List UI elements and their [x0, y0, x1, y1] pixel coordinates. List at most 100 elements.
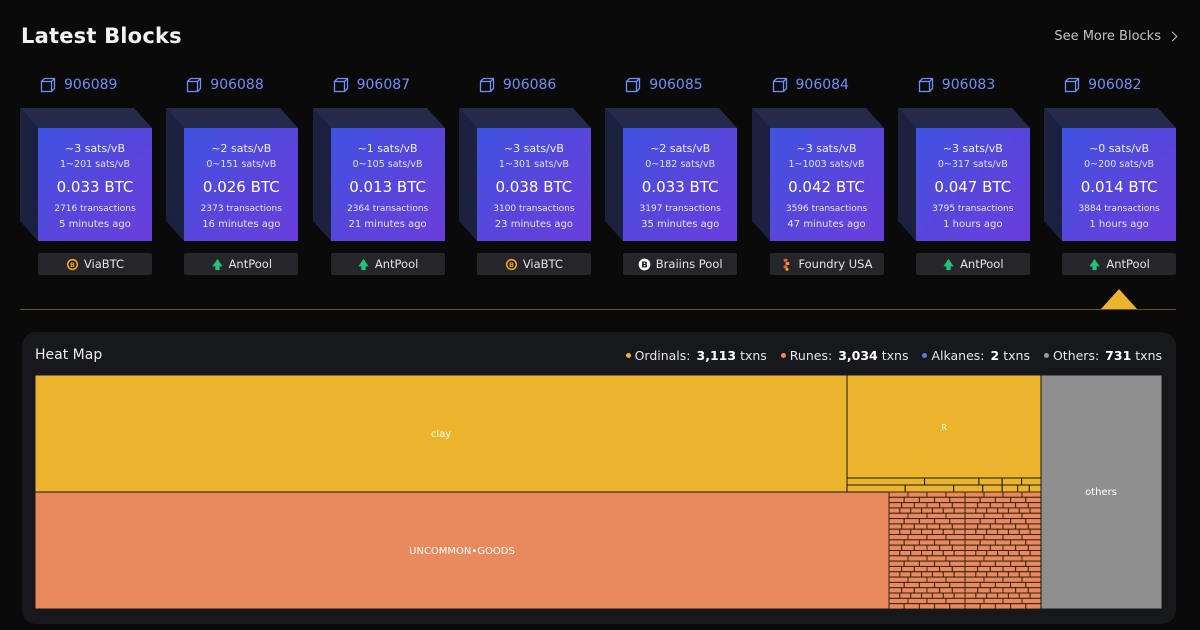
- treemap-tile-small[interactable]: [888, 496, 905, 504]
- treemap-tile-small[interactable]: [888, 544, 903, 552]
- treemap-tile-small[interactable]: [901, 502, 915, 509]
- treemap-tile-small[interactable]: [888, 592, 901, 599]
- treemap-tile-small[interactable]: [899, 528, 912, 536]
- treemap-tile-small[interactable]: [910, 571, 923, 578]
- treemap-tile-small[interactable]: [1021, 597, 1042, 605]
- block-cube[interactable]: ~3 sats/vB 1~1003 sats/vB 0.042 BTC 3596…: [751, 108, 884, 242]
- treemap-tile-small[interactable]: [931, 571, 944, 578]
- treemap-tile-small[interactable]: [901, 587, 915, 594]
- treemap-tile-small[interactable]: [1010, 539, 1027, 546]
- treemap-tile-small[interactable]: [997, 571, 1009, 578]
- treemap-tile-small[interactable]: [964, 528, 977, 536]
- treemap-tile-small[interactable]: [964, 571, 977, 578]
- treemap-tile-small[interactable]: [949, 496, 966, 504]
- treemap-tile-small[interactable]: [1010, 560, 1027, 567]
- mining-pool-badge[interactable]: AntPool: [330, 253, 445, 275]
- treemap-tile-small[interactable]: [921, 571, 933, 578]
- treemap-tile-small[interactable]: [986, 592, 999, 599]
- treemap-tile-small[interactable]: [907, 555, 928, 562]
- treemap-tile-small[interactable]: [1025, 581, 1042, 589]
- treemap-tile-small[interactable]: [1025, 518, 1042, 525]
- treemap-tile-small[interactable]: [888, 587, 903, 594]
- treemap-tile-small[interactable]: [975, 528, 988, 536]
- treemap-tile-small[interactable]: [964, 550, 977, 557]
- treemap-tile-small[interactable]: [1015, 587, 1029, 594]
- treemap-tile-small[interactable]: [926, 587, 941, 594]
- treemap-tile-small[interactable]: [926, 565, 941, 573]
- legend-item[interactable]: Alkanes: 2 txns: [922, 348, 1030, 363]
- treemap-tile-small[interactable]: [1018, 507, 1031, 514]
- treemap-tile-small[interactable]: [994, 496, 1012, 504]
- mining-pool-badge[interactable]: B ViaBTC: [38, 253, 152, 275]
- treemap-tile-small[interactable]: [942, 507, 955, 514]
- treemap-tile-small[interactable]: [975, 592, 988, 599]
- legend-item[interactable]: Others: 731 txns: [1043, 348, 1162, 363]
- mining-pool-badge[interactable]: AntPool: [184, 253, 299, 275]
- treemap-tile-small[interactable]: [979, 603, 996, 609]
- treemap-tile-small[interactable]: [951, 544, 966, 552]
- treemap-tile-small[interactable]: [888, 571, 901, 578]
- treemap-tile-small[interactable]: [888, 528, 901, 536]
- treemap-tile-small[interactable]: [1027, 502, 1042, 509]
- block-height-link[interactable]: 906083: [918, 76, 995, 94]
- treemap-tile-small[interactable]: [964, 496, 981, 504]
- treemap-tile-small[interactable]: [1007, 528, 1020, 536]
- treemap-tile-small[interactable]: [939, 502, 953, 509]
- treemap-tile-small[interactable]: [901, 565, 915, 573]
- treemap-tile-small[interactable]: [1002, 555, 1023, 562]
- treemap-tile-small[interactable]: [1021, 512, 1042, 520]
- treemap-tile-small[interactable]: [1002, 491, 1023, 498]
- treemap-tile-small[interactable]: [942, 550, 955, 557]
- treemap-tile-small[interactable]: [888, 603, 905, 609]
- treemap-tile-small[interactable]: [899, 507, 912, 514]
- treemap-tile-small[interactable]: [964, 581, 981, 589]
- treemap-tile-small[interactable]: [924, 477, 980, 486]
- treemap-tile-small[interactable]: [953, 571, 966, 578]
- block-card[interactable]: 906082 ~0 sats/vB 0~200 sats/vB 0.014 BT…: [1044, 72, 1177, 277]
- treemap-tile-small[interactable]: [964, 560, 981, 567]
- treemap-tile-small[interactable]: [997, 592, 1009, 599]
- treemap-tile-small[interactable]: [1002, 523, 1017, 530]
- treemap-tile-small[interactable]: [888, 518, 905, 525]
- treemap-tile-small[interactable]: [926, 597, 947, 605]
- block-height-link[interactable]: 906087: [333, 76, 410, 94]
- treemap-tile-small[interactable]: [899, 550, 912, 557]
- treemap-tile-small[interactable]: [964, 555, 985, 562]
- treemap-tile-small[interactable]: [918, 603, 936, 609]
- treemap-tile-small[interactable]: [964, 565, 979, 573]
- treemap-tile-small[interactable]: [983, 555, 1004, 562]
- treemap-tile-small[interactable]: [1025, 496, 1042, 504]
- treemap-tile-small[interactable]: [951, 587, 966, 594]
- treemap-tile-small[interactable]: [926, 523, 941, 530]
- treemap-tile-small[interactable]: [921, 528, 933, 536]
- block-cube[interactable]: ~3 sats/vB 1~301 sats/vB 0.038 BTC 3100 …: [458, 108, 591, 242]
- treemap-tile-small[interactable]: [994, 518, 1012, 525]
- treemap-tile-small[interactable]: [921, 550, 933, 557]
- treemap-tile-small[interactable]: [989, 544, 1004, 552]
- treemap-tile-small[interactable]: [989, 565, 1004, 573]
- treemap-tile-small[interactable]: [951, 502, 966, 509]
- treemap-tile-small[interactable]: [888, 550, 901, 557]
- block-card[interactable]: 906083 ~3 sats/vB 0~317 sats/vB 0.047 BT…: [897, 72, 1030, 277]
- treemap-tile-small[interactable]: [1002, 565, 1017, 573]
- treemap-tile-small[interactable]: [903, 496, 920, 504]
- treemap-tile-small[interactable]: [989, 523, 1004, 530]
- treemap-tile-small[interactable]: [907, 512, 928, 520]
- block-height-link[interactable]: 906082: [1064, 76, 1142, 94]
- treemap-tile-small[interactable]: [978, 477, 1003, 486]
- treemap-tile-small[interactable]: [979, 518, 996, 525]
- treemap-tile-small[interactable]: [913, 565, 928, 573]
- treemap-tile-small[interactable]: [910, 550, 923, 557]
- mining-pool-badge[interactable]: B ViaBTC: [476, 253, 591, 275]
- treemap-tile-small[interactable]: [964, 576, 985, 583]
- treemap-tile-small[interactable]: [907, 576, 928, 583]
- treemap-tile-small[interactable]: [986, 528, 999, 536]
- treemap-tile-small[interactable]: [921, 507, 933, 514]
- treemap-tile-small[interactable]: [1002, 502, 1017, 509]
- treemap-tile-small[interactable]: [994, 581, 1012, 589]
- block-card[interactable]: 906086 ~3 sats/vB 1~301 sats/vB 0.038 BT…: [458, 72, 591, 277]
- treemap-tile-small[interactable]: [1015, 565, 1029, 573]
- treemap-tile-small[interactable]: [983, 534, 1004, 541]
- treemap-tile-small[interactable]: [907, 597, 928, 605]
- treemap-tile-small[interactable]: [942, 528, 955, 536]
